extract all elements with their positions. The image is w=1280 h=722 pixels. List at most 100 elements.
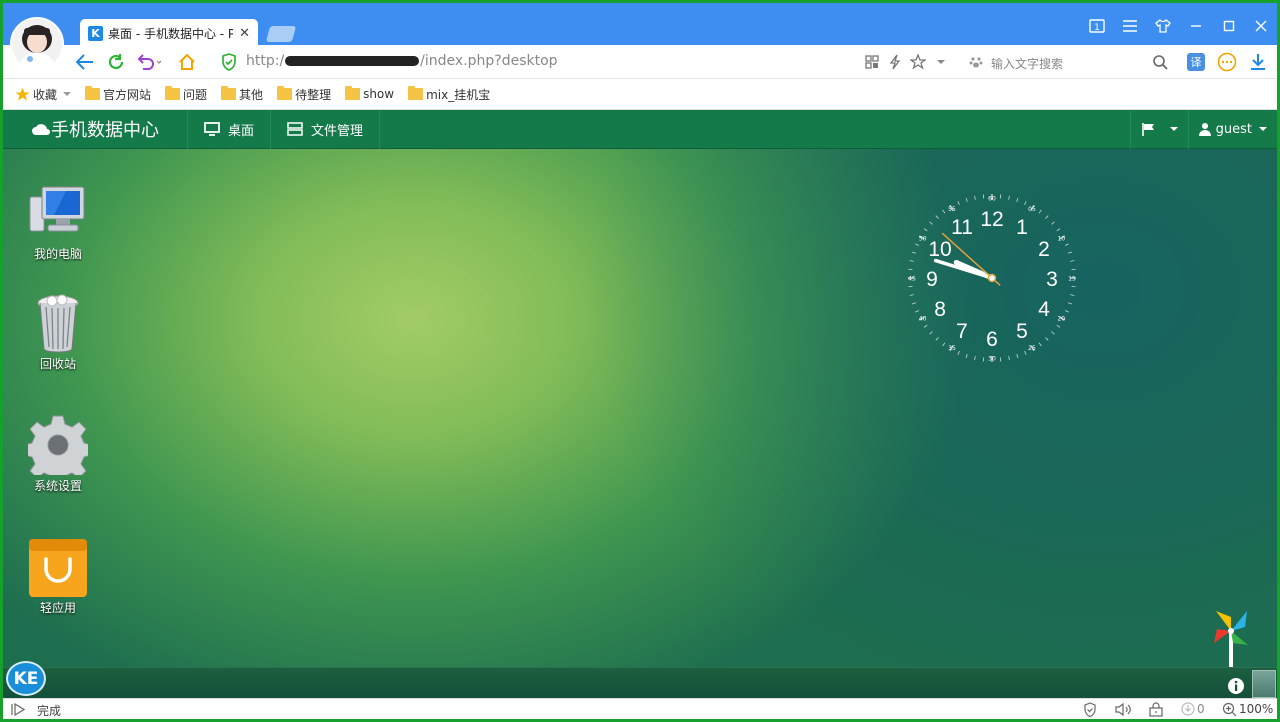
shield-icon[interactable] — [1083, 702, 1097, 717]
security-shield-icon[interactable] — [217, 50, 241, 74]
tab-close-icon[interactable]: ✕ — [239, 26, 250, 41]
clock-hour-number: 1 — [1016, 216, 1028, 239]
desktop-icon-my-computer[interactable]: 我的电脑 — [19, 183, 97, 262]
bookmark-folder-official[interactable]: 官方网站 — [85, 86, 151, 103]
clock-tick — [1051, 221, 1055, 225]
show-desktop-button[interactable] — [1252, 670, 1276, 698]
clock-minute-label: 15 — [1068, 276, 1076, 283]
bookmark-folder-other[interactable]: 其他 — [221, 86, 263, 103]
app-brand[interactable]: 手机数据中心 — [3, 109, 188, 149]
clock-tick — [911, 302, 917, 305]
url-prefix: http:/ — [246, 53, 285, 69]
nav-file-manager[interactable]: 文件管理 — [271, 109, 381, 149]
clock-minute-label: 20 — [1057, 316, 1065, 323]
browser-titlebar: K 桌面 - 手机数据中心 - P ✕ 1 — [3, 3, 1277, 48]
desktop-icon-label: 轻应用 — [39, 601, 76, 615]
home-button[interactable] — [175, 50, 199, 74]
clock-tick — [1067, 302, 1073, 305]
bookmark-label: 问题 — [183, 87, 208, 102]
lock-icon[interactable] — [1149, 702, 1163, 717]
clock-minute-label: 05 — [1028, 206, 1036, 213]
desktop-icon-recycle-bin[interactable]: 回收站 — [19, 293, 97, 372]
clock-tick — [1067, 251, 1073, 254]
clock-minute-label: 45 — [908, 276, 916, 283]
zoom-icon[interactable] — [1222, 702, 1237, 717]
server-icon — [287, 122, 303, 136]
nav-desktop[interactable]: 桌面 — [188, 109, 272, 149]
clock-hour-number: 9 — [926, 268, 938, 291]
info-icon[interactable] — [1227, 677, 1245, 695]
desktop-icon-label: 回收站 — [39, 357, 76, 371]
bookmarks-bar: 收藏 官方网站 问题 其他 待整理 show mix_挂机宝 — [3, 79, 1277, 110]
clock-hour-number: 8 — [934, 298, 946, 321]
bookmark-folder-pending[interactable]: 待整理 — [277, 86, 331, 103]
nav-file-manager-label: 文件管理 — [311, 123, 364, 139]
clock-tick — [923, 228, 928, 232]
clock-hour-number: 11 — [951, 216, 973, 239]
menu-icon[interactable] — [1119, 15, 1141, 37]
refresh-button[interactable] — [104, 50, 128, 74]
bookmark-folder-show[interactable]: show — [345, 86, 394, 101]
clock-tick — [1070, 294, 1075, 296]
qr-code-icon[interactable] — [860, 50, 884, 74]
language-menu[interactable] — [1129, 109, 1188, 149]
favorite-dropdown-icon[interactable] — [929, 50, 953, 74]
more-tools-icon[interactable] — [1215, 50, 1239, 74]
undo-close-button[interactable] — [137, 50, 161, 74]
search-icon[interactable] — [1148, 50, 1172, 74]
new-tab-button[interactable] — [265, 26, 297, 42]
maximize-icon[interactable] — [1218, 15, 1240, 37]
clock-tick — [1024, 350, 1027, 355]
browser-tab-active[interactable]: K 桌面 - 手机数据中心 - P ✕ — [80, 19, 258, 48]
recycle-bin-icon — [28, 293, 88, 353]
desktop-icon-system-settings[interactable]: 系统设置 — [19, 415, 97, 494]
download-status-icon[interactable] — [1181, 702, 1195, 716]
bookmark-folder-mix[interactable]: mix_挂机宝 — [408, 86, 490, 103]
close-window-icon[interactable] — [1250, 15, 1272, 37]
address-field[interactable]: http:/ /index.php?desktop — [246, 53, 558, 69]
user-menu[interactable]: guest — [1187, 109, 1277, 149]
clock-tick — [957, 350, 960, 355]
svg-text:1: 1 — [1094, 23, 1100, 33]
clock-minute-label: 55 — [948, 206, 956, 213]
clock-hour-number: 5 — [1016, 320, 1028, 343]
clock-tick — [974, 195, 976, 200]
download-icon[interactable] — [1246, 50, 1270, 74]
star-icon — [15, 88, 30, 101]
user-icon — [1198, 123, 1211, 136]
bookmark-favorites[interactable]: 收藏 — [15, 86, 72, 103]
play-icon[interactable] — [11, 703, 25, 716]
favorite-star-icon[interactable] — [906, 50, 930, 74]
monitor-icon — [204, 122, 220, 136]
clock-tick — [1045, 215, 1049, 219]
back-button[interactable] — [73, 50, 97, 74]
skin-icon[interactable] — [1152, 15, 1174, 37]
clock-hour-number: 3 — [1046, 268, 1058, 291]
clock-minute-label: 10 — [1057, 236, 1065, 243]
clock-center — [987, 273, 997, 283]
folder-icon — [408, 86, 424, 100]
translate-icon-glyph: 译 — [1187, 53, 1205, 71]
app-navbar: 手机数据中心 桌面 文件管理 guest — [3, 109, 1277, 149]
speaker-icon[interactable] — [1115, 702, 1131, 717]
desktop-area[interactable]: 我的电脑 回收站 系统设置 轻应用 12 1 2 3 4 5 6 7 8 9 1… — [3, 149, 1277, 667]
clock-minute-label: 40 — [919, 316, 927, 323]
address-toolbar: http:/ /index.php?desktop 输入文字搜索 译 — [3, 45, 1277, 79]
start-button[interactable]: KE — [6, 661, 46, 696]
minimize-icon[interactable] — [1185, 15, 1207, 37]
chevron-down-icon — [1259, 127, 1267, 131]
pinwheel-icon[interactable] — [1208, 607, 1254, 667]
search-input[interactable]: 输入文字搜索 — [991, 55, 1063, 72]
bookmark-label: 待整理 — [295, 87, 332, 102]
chevron-down-icon — [1169, 127, 1178, 131]
speed-mode-icon[interactable] — [883, 50, 907, 74]
translate-icon[interactable]: 译 — [1184, 50, 1208, 74]
user-avatar[interactable] — [10, 17, 64, 71]
bookmark-folder-questions[interactable]: 问题 — [165, 86, 207, 103]
desktop-icon-light-apps[interactable]: 轻应用 — [19, 537, 97, 616]
search-engine-paw-icon[interactable] — [964, 50, 988, 74]
tab-count-icon[interactable]: 1 — [1086, 15, 1108, 37]
clock-minute-label: 35 — [948, 345, 956, 352]
clock-tick — [1038, 342, 1042, 347]
clock-tick — [909, 294, 914, 296]
